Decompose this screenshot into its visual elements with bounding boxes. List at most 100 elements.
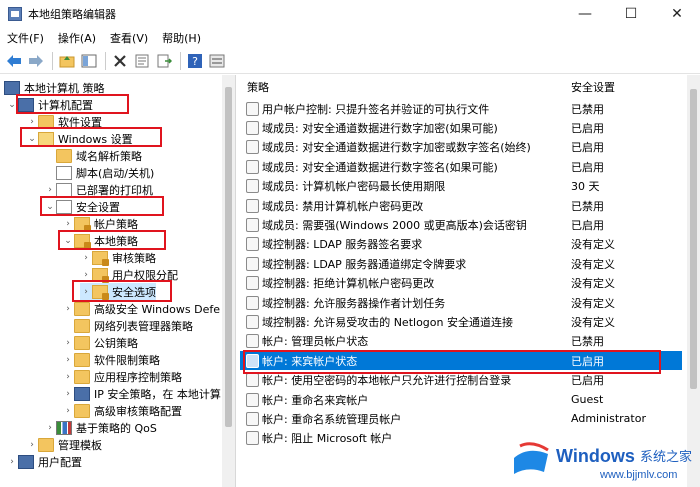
policy-name: 域成员: 对安全通道数据进行数字签名(如果可能) bbox=[262, 160, 498, 174]
chevron-right-icon[interactable]: › bbox=[80, 270, 92, 280]
show-tree-icon[interactable] bbox=[79, 51, 99, 71]
policy-row[interactable]: 域成员: 对安全通道数据进行数字加密(如果可能) 已启用 bbox=[240, 118, 682, 137]
svg-text:?: ? bbox=[192, 55, 198, 68]
policy-icon bbox=[246, 373, 259, 388]
tree-node-software-restriction[interactable]: › 软件限制策略 bbox=[62, 351, 160, 368]
chevron-right-icon[interactable]: › bbox=[62, 304, 74, 314]
computer-policy-icon bbox=[4, 80, 20, 95]
policy-row[interactable]: 帐户: 重命名来宾帐户 Guest bbox=[240, 390, 682, 409]
policy-row[interactable]: 帐户: 管理员帐户状态 已禁用 bbox=[240, 332, 682, 351]
tree-scroll-thumb[interactable] bbox=[225, 87, 232, 427]
policy-setting: 已禁用 bbox=[571, 335, 604, 349]
menu-help[interactable]: 帮助(H) bbox=[155, 30, 208, 46]
policy-row[interactable]: 域控制器: 拒绝计算机帐户密码更改 没有定义 bbox=[240, 274, 682, 293]
tree-node-qos[interactable]: › 基于策略的 QoS bbox=[44, 419, 157, 436]
highlight-box bbox=[16, 94, 129, 114]
chevron-right-icon[interactable]: › bbox=[44, 185, 56, 195]
policy-setting: 已启用 bbox=[571, 160, 604, 174]
policy-row[interactable]: 域成员: 计算机帐户密码最长使用期限 30 天 bbox=[240, 177, 682, 196]
tree-node-app-control[interactable]: › 应用程序控制策略 bbox=[62, 368, 182, 385]
menu-view[interactable]: 查看(V) bbox=[103, 30, 155, 46]
tree-node-audit-policy[interactable]: › 审核策略 bbox=[80, 249, 156, 266]
chevron-right-icon[interactable]: › bbox=[26, 117, 38, 127]
folder-up-icon[interactable] bbox=[57, 51, 77, 71]
folder-icon bbox=[74, 318, 90, 333]
watermark: Windows 系统之家 www.bjjmlv.com bbox=[508, 434, 700, 484]
tree-scrollbar[interactable] bbox=[222, 75, 235, 487]
view-icon[interactable] bbox=[207, 51, 227, 71]
chevron-right-icon[interactable]: › bbox=[26, 440, 38, 450]
user-config-icon bbox=[18, 454, 34, 469]
chevron-right-icon[interactable]: › bbox=[62, 355, 74, 365]
policy-row[interactable]: 域控制器: LDAP 服务器签名要求 没有定义 bbox=[240, 235, 682, 254]
lock-folder-icon bbox=[74, 216, 91, 232]
list-scrollbar[interactable] bbox=[687, 75, 700, 487]
policy-setting: 没有定义 bbox=[571, 315, 615, 329]
tree-node-advanced-audit[interactable]: › 高级审核策略配置 bbox=[62, 402, 182, 419]
toolbar-separator bbox=[52, 52, 53, 70]
policy-icon bbox=[246, 140, 259, 155]
folder-icon bbox=[56, 148, 72, 163]
policy-row[interactable]: 域成员: 禁用计算机帐户密码更改 已禁用 bbox=[240, 196, 682, 215]
minimize-button[interactable]: — bbox=[562, 0, 608, 28]
policy-icon bbox=[246, 295, 259, 310]
help-icon[interactable]: ? bbox=[185, 51, 205, 71]
policy-setting: 已禁用 bbox=[571, 199, 604, 213]
maximize-button[interactable]: ☐ bbox=[608, 0, 654, 28]
policy-name: 帐户: 阻止 Microsoft 帐户 bbox=[262, 432, 393, 446]
tree-node-scripts[interactable]: 脚本(启动/关机) bbox=[56, 164, 154, 181]
policy-row[interactable]: 域成员: 对安全通道数据进行数字加密或数字签名(始终) 已启用 bbox=[240, 138, 682, 157]
menu-file[interactable]: 文件(F) bbox=[0, 30, 51, 46]
policy-setting: 没有定义 bbox=[571, 277, 615, 291]
chevron-right-icon[interactable]: › bbox=[44, 423, 56, 433]
policy-setting: 已启用 bbox=[571, 121, 604, 135]
chevron-right-icon[interactable]: › bbox=[62, 389, 74, 399]
policy-name: 帐户: 管理员帐户状态 bbox=[262, 335, 369, 349]
delete-icon[interactable] bbox=[110, 51, 130, 71]
tree-node-dns-policy[interactable]: 域名解析策略 bbox=[56, 147, 142, 164]
properties-icon[interactable] bbox=[132, 51, 152, 71]
close-button[interactable]: ✕ bbox=[654, 0, 700, 28]
policy-row[interactable]: 域控制器: 允许服务器操作者计划任务 没有定义 bbox=[240, 293, 682, 312]
forward-arrow-icon[interactable] bbox=[26, 51, 46, 71]
column-policy[interactable]: 策略 bbox=[247, 79, 269, 95]
chevron-right-icon[interactable]: › bbox=[62, 372, 74, 382]
policy-icon bbox=[246, 392, 259, 407]
watermark-suffix: 系统之家 bbox=[640, 449, 692, 465]
chevron-right-icon[interactable]: › bbox=[6, 457, 18, 467]
policy-row[interactable]: 域成员: 对安全通道数据进行数字签名(如果可能) 已启用 bbox=[240, 157, 682, 176]
chevron-right-icon[interactable]: › bbox=[80, 253, 92, 263]
chevron-right-icon[interactable]: › bbox=[62, 219, 74, 229]
policy-row[interactable]: 域成员: 需要强(Windows 2000 或更高版本)会话密钥 已启用 bbox=[240, 215, 682, 234]
policy-icon bbox=[246, 198, 259, 213]
chevron-right-icon[interactable]: › bbox=[62, 406, 74, 416]
tree-node-public-key[interactable]: › 公钥策略 bbox=[62, 334, 138, 351]
tree-node-user-config[interactable]: › 用户配置 bbox=[6, 453, 82, 470]
policy-setting: 已启用 bbox=[571, 218, 604, 232]
tree-pane: 本地计算机 策略 ⌄ 计算机配置 › 软件设置 ⌄ Windows 设置 域名解… bbox=[0, 75, 236, 487]
column-security-setting[interactable]: 安全设置 bbox=[571, 79, 615, 95]
tree-node-windows-firewall[interactable]: › 高级安全 Windows Defe bbox=[62, 300, 220, 317]
policy-name: 域成员: 禁用计算机帐户密码更改 bbox=[262, 199, 424, 213]
tree-node-network-list[interactable]: 网络列表管理器策略 bbox=[74, 317, 193, 334]
gpedit-window: 本地组策略编辑器 — ☐ ✕ 文件(F) 操作(A) 查看(V) 帮助(H) ?… bbox=[0, 0, 700, 487]
chevron-right-icon[interactable]: › bbox=[62, 338, 74, 348]
policy-setting: 30 天 bbox=[571, 180, 600, 194]
list-scroll-thumb[interactable] bbox=[690, 89, 697, 389]
window-title: 本地组策略编辑器 bbox=[28, 8, 116, 21]
policy-row[interactable]: 域控制器: LDAP 服务器通道绑定令牌要求 没有定义 bbox=[240, 254, 682, 273]
policy-icon bbox=[246, 276, 259, 291]
tree-node-ip-security[interactable]: › IP 安全策略，在 本地计算 bbox=[62, 385, 221, 402]
back-arrow-icon[interactable] bbox=[4, 51, 24, 71]
policy-row[interactable]: 用户帐户控制: 只提升签名并验证的可执行文件 已禁用 bbox=[240, 99, 682, 118]
export-list-icon[interactable] bbox=[154, 51, 174, 71]
policy-icon bbox=[246, 120, 259, 135]
policy-row[interactable]: 帐户: 重命名系统管理员帐户 Administrator bbox=[240, 409, 682, 428]
script-icon bbox=[56, 165, 72, 180]
policy-name: 域成员: 计算机帐户密码最长使用期限 bbox=[262, 180, 446, 194]
menu-action[interactable]: 操作(A) bbox=[51, 30, 103, 46]
policy-row[interactable]: 域控制器: 允许易受攻击的 Netlogon 安全通道连接 没有定义 bbox=[240, 312, 682, 331]
policy-icon bbox=[246, 256, 259, 271]
tree-node-admin-templates[interactable]: › 管理模板 bbox=[26, 436, 102, 453]
policy-setting: 没有定义 bbox=[571, 238, 615, 252]
